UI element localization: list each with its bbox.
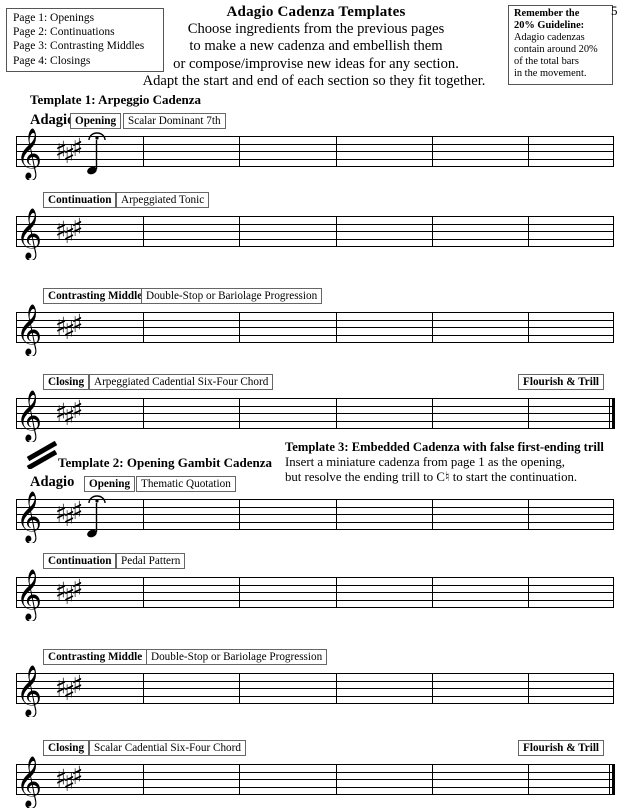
ingredient-label[interactable]: Arpeggiated Cadential Six-Four Chord bbox=[89, 374, 274, 390]
staff-svg: 𝄞 ♯ ♯ ♯ bbox=[16, 756, 615, 808]
ingredient-label[interactable]: Thematic Quotation bbox=[136, 476, 236, 492]
svg-text:♯: ♯ bbox=[71, 761, 83, 790]
section-label-continuation[interactable]: Continuation bbox=[43, 192, 117, 208]
ingredient-label[interactable]: Double-Stop or Bariolage Progression bbox=[146, 649, 328, 665]
ingredient-label[interactable]: Scalar Cadential Six-Four Chord bbox=[89, 740, 246, 756]
template-2-tempo: Adagio bbox=[30, 474, 75, 490]
staff-system[interactable]: 𝄞 ♯ ♯ ♯ bbox=[0, 208, 624, 260]
title-block: Adagio Cadenza Templates Choose ingredie… bbox=[120, 4, 512, 91]
template-1-tempo: Adagio bbox=[30, 112, 75, 128]
page-title: Adagio Cadenza Templates bbox=[226, 4, 406, 20]
treble-clef-icon: 𝄞 bbox=[16, 390, 42, 442]
guideline-body-line: Adagio cadenzas bbox=[514, 32, 585, 44]
staff-system[interactable]: 𝄞 ♯ ♯ ♯ bbox=[0, 390, 624, 442]
subtitle-line: Choose ingredients from the previous pag… bbox=[187, 21, 445, 37]
section-label-contrasting-middle[interactable]: Contrasting Middle bbox=[43, 649, 148, 665]
guideline-heading-line: 20% Guideline: bbox=[514, 20, 585, 32]
treble-clef-icon: 𝄞 bbox=[16, 304, 42, 356]
staff-system[interactable]: 𝄞 ♯ ♯ ♯ bbox=[0, 128, 624, 180]
template-3-heading: Template 3: Embedded Cadenza with false … bbox=[285, 440, 604, 454]
ingredient-label[interactable]: Scalar Dominant 7th bbox=[123, 113, 226, 129]
subtitle-line: to make a new cadenza and embellish them bbox=[189, 38, 443, 55]
section-label-closing[interactable]: Closing bbox=[43, 740, 90, 756]
ingredient-label[interactable]: Arpeggiated Tonic bbox=[116, 192, 210, 208]
treble-clef-icon: 𝄞 bbox=[16, 756, 42, 808]
staff-svg: 𝄞 ♯ ♯ ♯ bbox=[16, 491, 614, 543]
ingredient-label[interactable]: Pedal Pattern bbox=[116, 553, 186, 569]
svg-text:♯: ♯ bbox=[71, 133, 83, 162]
svg-text:♯: ♯ bbox=[71, 574, 83, 603]
section-label-contrasting-middle[interactable]: Contrasting Middle bbox=[43, 288, 148, 304]
pickup-note bbox=[87, 503, 98, 538]
subtitle-line: or compose/improvise new ideas for any s… bbox=[173, 55, 459, 72]
treble-clef-icon: 𝄞 bbox=[16, 665, 42, 717]
section-label-closing[interactable]: Closing bbox=[43, 374, 90, 390]
template-3-line: but resolve the ending trill to C♮ to st… bbox=[285, 470, 578, 485]
treble-clef-icon: 𝄞 bbox=[16, 208, 42, 260]
template-2-heading: Template 2: Opening Gambit Cadenza bbox=[58, 455, 273, 470]
section-label-continuation[interactable]: Continuation bbox=[43, 553, 117, 569]
staff-svg: 𝄞 ♯ ♯ ♯ bbox=[16, 390, 615, 442]
ingredient-label[interactable]: Double-Stop or Bariolage Progression bbox=[141, 288, 323, 304]
template-3-block: Template 3: Embedded Cadenza with false … bbox=[285, 440, 624, 486]
subtitle-line: Adapt the start and end of each section … bbox=[142, 73, 486, 90]
guideline-body-line: contain around 20% bbox=[514, 44, 598, 56]
template-1-heading: Template 1: Arpeggio Cadenza bbox=[30, 92, 202, 107]
final-barline bbox=[612, 764, 615, 795]
pickup-note bbox=[87, 140, 98, 175]
staff-svg: 𝄞 ♯ ♯ ♯ bbox=[16, 208, 614, 260]
staff-system[interactable]: 𝄞 ♯ ♯ ♯ bbox=[0, 569, 624, 621]
staff-system[interactable]: 𝄞 ♯ ♯ ♯ bbox=[0, 756, 624, 808]
svg-text:♯: ♯ bbox=[71, 309, 83, 338]
guideline-body-line: in the movement. bbox=[514, 68, 587, 80]
staff-svg: 𝄞 ♯ ♯ ♯ bbox=[16, 128, 614, 180]
page-number: 5 bbox=[611, 3, 618, 18]
svg-text:♯: ♯ bbox=[71, 395, 83, 424]
guideline-body-line: of the total bars bbox=[514, 56, 579, 68]
staff-system[interactable]: 𝄞 ♯ ♯ ♯ bbox=[0, 665, 624, 717]
section-label-opening[interactable]: Opening bbox=[70, 113, 122, 129]
flourish-and-trill-label[interactable]: Flourish & Trill bbox=[518, 374, 605, 390]
svg-text:♯: ♯ bbox=[71, 213, 83, 242]
flourish-and-trill-label[interactable]: Flourish & Trill bbox=[518, 740, 605, 756]
staff-system[interactable]: 𝄞 ♯ ♯ ♯ bbox=[0, 491, 624, 543]
section-label-opening[interactable]: Opening bbox=[84, 476, 136, 492]
treble-clef-icon: 𝄞 bbox=[16, 569, 42, 621]
staff-svg: 𝄞 ♯ ♯ ♯ bbox=[16, 304, 614, 356]
treble-clef-icon: 𝄞 bbox=[16, 128, 42, 180]
staff-svg: 𝄞 ♯ ♯ ♯ bbox=[16, 665, 614, 717]
template-3-line: Insert a miniature cadenza from page 1 a… bbox=[285, 455, 565, 469]
guideline-box: Remember the 20% Guideline: Adagio caden… bbox=[508, 5, 613, 85]
staff-svg: 𝄞 ♯ ♯ ♯ bbox=[16, 569, 614, 621]
staff-system[interactable]: 𝄞 ♯ ♯ ♯ bbox=[0, 304, 624, 356]
svg-text:♯: ♯ bbox=[71, 670, 83, 699]
treble-clef-icon: 𝄞 bbox=[16, 491, 42, 543]
system-separator-icon bbox=[26, 441, 58, 469]
svg-text:♯: ♯ bbox=[71, 496, 83, 525]
final-barline bbox=[612, 398, 615, 429]
sheet-music-page: Page 1: Openings Page 2: Continuations P… bbox=[0, 0, 624, 808]
guideline-heading-line: Remember the bbox=[514, 8, 580, 19]
